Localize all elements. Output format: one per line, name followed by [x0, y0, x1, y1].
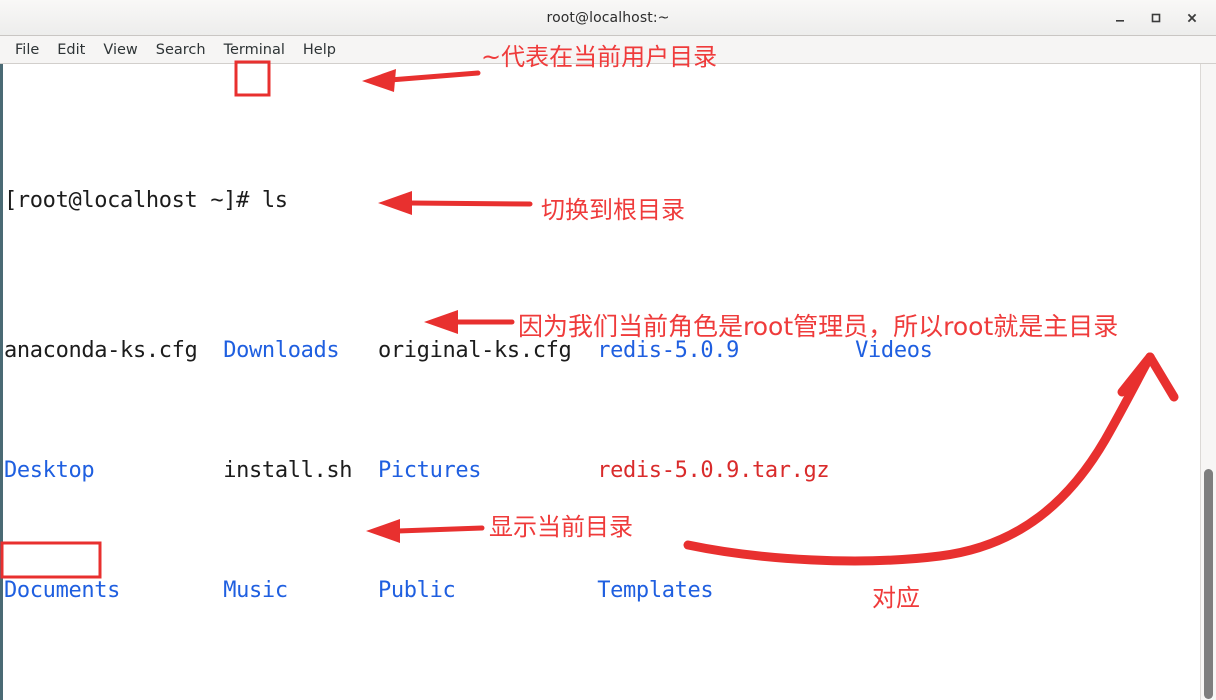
dir-documents: Documents [4, 578, 121, 603]
dir-desktop: Desktop [4, 458, 95, 483]
dir-music: Music [223, 578, 288, 603]
window-controls [1102, 0, 1210, 35]
dir-pictures: Pictures [377, 458, 482, 483]
dir-templates: Templates [597, 578, 714, 603]
dir-videos: Videos [855, 338, 933, 363]
close-button[interactable] [1174, 3, 1210, 33]
menu-item-terminal[interactable]: Terminal [215, 40, 294, 60]
window-title: root@localhost:~ [546, 9, 670, 26]
scrollbar-thumb[interactable] [1204, 469, 1213, 699]
terminal-output: [root@localhost ~]# ls anaconda-ks.cfg D… [3, 66, 1200, 700]
menu-item-help[interactable]: Help [294, 40, 345, 60]
terminal-scrollbar[interactable] [1200, 64, 1216, 700]
maximize-icon [1151, 13, 1161, 22]
terminal-line: anaconda-ks.cfg Downloads original-ks.cf… [4, 336, 1200, 366]
menu-item-file[interactable]: File [6, 40, 48, 60]
terminal-screen[interactable]: [root@localhost ~]# ls anaconda-ks.cfg D… [3, 64, 1200, 700]
file-redis-tar-gz: redis-5.0.9.tar.gz [597, 458, 830, 483]
shell-prompt: [root@localhost ~]# [4, 188, 262, 213]
terminal-area[interactable]: [root@localhost ~]# ls anaconda-ks.cfg D… [0, 64, 1216, 700]
file-install-sh: install.sh [223, 458, 353, 483]
dir-redis-509: redis-5.0.9 [597, 338, 740, 363]
window-titlebar: root@localhost:~ [0, 0, 1216, 36]
menu-item-view[interactable]: View [94, 40, 146, 60]
menu-item-search[interactable]: Search [147, 40, 215, 60]
file-original-ks-cfg: original-ks.cfg [377, 338, 572, 363]
dir-downloads: Downloads [223, 338, 340, 363]
minimize-button[interactable] [1102, 3, 1138, 33]
terminal-line: Documents Music Public Templates [4, 576, 1200, 606]
close-icon [1187, 13, 1197, 22]
menu-bar: File Edit View Search Terminal Help [0, 36, 1216, 64]
file-anaconda-ks-cfg: anaconda-ks.cfg [4, 338, 198, 363]
minimize-icon [1116, 19, 1124, 22]
maximize-button[interactable] [1138, 3, 1174, 33]
terminal-line: [root@localhost ~]# ls [4, 186, 1200, 216]
menu-item-edit[interactable]: Edit [48, 40, 94, 60]
command-ls-1: ls [261, 188, 288, 213]
terminal-line: Desktop install.sh Pictures redis-5.0.9.… [4, 456, 1200, 486]
dir-public: Public [378, 578, 456, 603]
terminal-window: root@localhost:~ File Edit View Search T… [0, 0, 1216, 700]
